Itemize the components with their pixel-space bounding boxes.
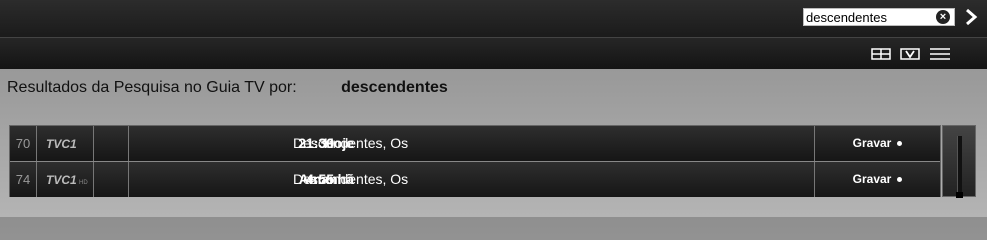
channel-logo: TVC1 HD (37, 162, 94, 197)
program-cell[interactable]: Amanhã 4:55 Descendentes, Os (129, 162, 815, 197)
search-term: descendentes (341, 79, 448, 96)
svg-text:TVC1: TVC1 (46, 137, 77, 151)
svg-text:HD: HD (79, 180, 88, 186)
chevron-right-icon[interactable] (962, 7, 980, 27)
record-label: Gravar (852, 172, 892, 186)
channel-number: 74 (10, 162, 37, 197)
clear-icon[interactable]: × (936, 10, 950, 24)
scrollbar[interactable] (942, 125, 976, 198)
record-dot-icon (897, 141, 903, 147)
tvc1-logo-icon: TVC1 (46, 137, 77, 151)
svg-text:TVC1: TVC1 (46, 173, 77, 187)
program-title: Descendentes, Os (293, 171, 409, 187)
record-list-icon[interactable] (900, 47, 920, 61)
program-title: Descendentes, Os (293, 135, 409, 151)
top-bar: × (0, 0, 987, 38)
search-input[interactable] (806, 9, 931, 25)
tvc1-hd-logo-icon: TVC1 HD (46, 173, 88, 187)
scroll-handle[interactable] (956, 192, 963, 198)
search-results-heading: Resultados da Pesquisa no Guia TV por: d… (7, 79, 448, 97)
record-label: Gravar (852, 136, 892, 150)
grid-view-icon[interactable] (871, 47, 891, 61)
empty-cell (94, 126, 129, 161)
channel-logo: TVC1 (37, 126, 94, 161)
table-row[interactable]: 70 TVC1 Hoje 21:30 Descendentes, Os Grav… (10, 126, 940, 161)
heading-label: Resultados da Pesquisa no Guia TV por: (7, 79, 297, 96)
program-cell[interactable]: Hoje 21:30 Descendentes, Os (129, 126, 815, 161)
toolbar (0, 38, 987, 69)
record-dot-icon (897, 177, 903, 183)
empty-cell (94, 162, 129, 197)
record-button[interactable]: Gravar (815, 126, 940, 161)
table-row[interactable]: 74 TVC1 HD Amanhã 4:55 Descendentes, Os … (10, 161, 940, 197)
list-view-icon[interactable] (930, 47, 950, 61)
channel-number: 70 (10, 126, 37, 161)
scroll-track[interactable] (957, 136, 962, 196)
record-button[interactable]: Gravar (815, 162, 940, 197)
search-box: × (803, 8, 955, 26)
results-table: 70 TVC1 Hoje 21:30 Descendentes, Os Grav… (9, 125, 941, 197)
